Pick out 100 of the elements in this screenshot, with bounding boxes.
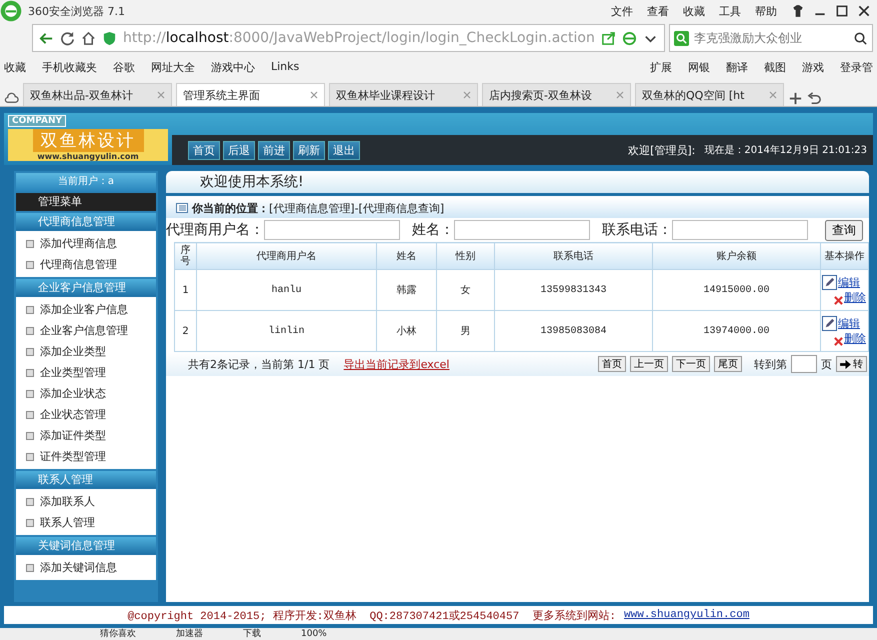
location-icon — [176, 202, 188, 214]
address-bar[interactable]: http://localhost:8000/JavaWebProject/login/login_CheckLogin.action — [32, 24, 665, 52]
menu-item[interactable]: 添加关键词信息 — [40, 560, 117, 575]
home-icon[interactable] — [81, 30, 96, 46]
filter-label: 代理商用户名： — [166, 221, 264, 239]
edit-link[interactable]: 编辑 — [838, 316, 860, 331]
filter-input[interactable] — [672, 220, 808, 240]
item-icon — [26, 306, 34, 314]
item-icon — [26, 518, 34, 526]
reload-icon[interactable] — [60, 30, 75, 46]
nav-button[interactable]: 首页 — [188, 140, 220, 160]
menu-item[interactable]: 企业类型管理 — [40, 365, 106, 380]
status-item[interactable]: 下载 — [243, 628, 261, 640]
share-icon[interactable] — [600, 30, 616, 46]
bookmark[interactable]: Links — [271, 60, 300, 74]
item-icon — [26, 348, 34, 356]
maximize-icon[interactable] — [835, 4, 849, 18]
menu-item[interactable]: 添加联系人 — [40, 494, 95, 509]
breadcrumb: 你当前的位置：[代理商信息管理]-[代理商信息查询] — [192, 200, 444, 216]
bookmark[interactable]: 网址大全 — [151, 60, 195, 74]
close-tab-icon[interactable] — [157, 91, 165, 99]
nav-button[interactable]: 后退 — [223, 140, 255, 160]
new-tab-icon[interactable] — [788, 91, 803, 106]
menu-item[interactable]: 联系人管理 — [40, 515, 95, 530]
toolbar-item[interactable]: 截图 — [764, 60, 786, 74]
menu-item[interactable]: 代理商信息管理 — [40, 257, 117, 272]
search-box[interactable]: 李克强激励大众创业 — [668, 24, 873, 52]
go-button[interactable]: 转 — [836, 356, 867, 372]
skin-icon[interactable] — [791, 4, 805, 18]
menu-item[interactable]: 文件 — [611, 4, 633, 18]
cloud-icon[interactable] — [4, 91, 19, 106]
item-icon — [26, 564, 34, 572]
close-icon[interactable] — [857, 4, 871, 18]
menu-item[interactable]: 查看 — [647, 4, 669, 18]
edit-icon — [822, 316, 837, 331]
item-icon — [26, 368, 34, 376]
toolbar-item[interactable]: 扩展 — [650, 60, 672, 74]
table-cell: hanlu — [196, 270, 376, 310]
menu-item[interactable]: 添加代理商信息 — [40, 236, 117, 251]
status-item[interactable]: 加速器 — [176, 628, 203, 640]
toolbar-item[interactable]: 游戏 — [802, 60, 824, 74]
bookmark[interactable]: 游戏中心 — [211, 60, 255, 74]
browser-logo-icon — [0, 0, 22, 22]
menu-item[interactable]: 添加企业客户信息 — [40, 302, 128, 317]
menu-title: 管理菜单 — [16, 193, 156, 211]
bookmark[interactable]: 收藏 — [4, 60, 26, 74]
menu-item[interactable]: 添加证件类型 — [40, 428, 106, 443]
query-button[interactable]: 查询 — [825, 220, 863, 240]
page-input[interactable] — [791, 355, 817, 373]
toolbar-item[interactable]: 翻译 — [726, 60, 748, 74]
page-button[interactable]: 下一页 — [672, 356, 710, 372]
browser-tab[interactable]: 双鱼林出品-双鱼林计 — [23, 83, 172, 106]
back-icon[interactable] — [39, 30, 54, 46]
undo-icon[interactable] — [807, 91, 822, 106]
toolbar-item[interactable]: 登录管 — [840, 60, 873, 74]
welcome-text: 欢迎[管理员]: — [628, 142, 696, 158]
search-icon[interactable] — [853, 30, 868, 46]
page-button[interactable]: 上一页 — [630, 356, 668, 372]
nav-button[interactable]: 前进 — [258, 140, 290, 160]
clock-text: 现在是：2014年12月9日 21:01:23 — [704, 144, 867, 157]
filter-input[interactable] — [264, 220, 400, 240]
menu-item[interactable]: 帮助 — [755, 4, 777, 18]
menu-item[interactable]: 企业状态管理 — [40, 407, 106, 422]
table-cell: 14915000.00 — [652, 270, 820, 310]
bookmark[interactable]: 谷歌 — [113, 60, 135, 74]
close-tab-icon[interactable] — [463, 91, 471, 99]
close-tab-icon[interactable] — [616, 91, 624, 99]
table-cell: 1 — [174, 270, 196, 310]
delete-link[interactable]: 删除 — [844, 331, 866, 346]
browser-tab[interactable]: 店内搜索页-双鱼林设 — [482, 83, 631, 106]
site-link[interactable]: www.shuangyulin.com — [624, 609, 750, 621]
nav-button[interactable]: 退出 — [328, 140, 360, 160]
menu-item[interactable]: 工具 — [719, 4, 741, 18]
delete-link[interactable]: 删除 — [844, 290, 866, 305]
close-tab-icon[interactable] — [310, 91, 318, 99]
menu-item[interactable]: 添加企业状态 — [40, 386, 106, 401]
status-item[interactable]: 100% — [301, 628, 327, 640]
menu-group-header[interactable]: 企业客户信息管理 — [16, 279, 156, 297]
edit-link[interactable]: 编辑 — [838, 275, 860, 290]
browser-tab[interactable]: 双鱼林的QQ空间 [ht — [635, 83, 784, 106]
page-button[interactable]: 尾页 — [714, 356, 742, 372]
page-button[interactable]: 首页 — [598, 356, 626, 372]
export-link[interactable]: 导出当前记录到excel — [344, 356, 450, 372]
filter-input[interactable] — [454, 220, 590, 240]
status-item[interactable]: 猜你喜欢 — [100, 628, 136, 640]
record-summary: 共有2条记录，当前第 1/1 页 — [188, 356, 330, 372]
column-header: 姓名 — [376, 242, 436, 270]
column-header: 序号 — [174, 242, 196, 270]
browser-tab[interactable]: 双鱼林毕业课程设计 — [329, 83, 478, 106]
nav-button[interactable]: 刷新 — [293, 140, 325, 160]
filter-label: 联系电话： — [602, 221, 672, 239]
menu-item[interactable]: 收藏 — [683, 4, 705, 18]
menu-item[interactable]: 证件类型管理 — [40, 449, 106, 464]
toolbar-item[interactable]: 网银 — [688, 60, 710, 74]
close-tab-icon[interactable] — [769, 91, 777, 99]
menu-item[interactable]: 添加企业类型 — [40, 344, 106, 359]
column-header: 性别 — [436, 242, 494, 270]
browser-tab[interactable]: 管理系统主界面 — [176, 83, 325, 106]
bookmark[interactable]: 手机收藏夹 — [42, 60, 97, 74]
menu-item[interactable]: 企业客户信息管理 — [40, 323, 128, 338]
